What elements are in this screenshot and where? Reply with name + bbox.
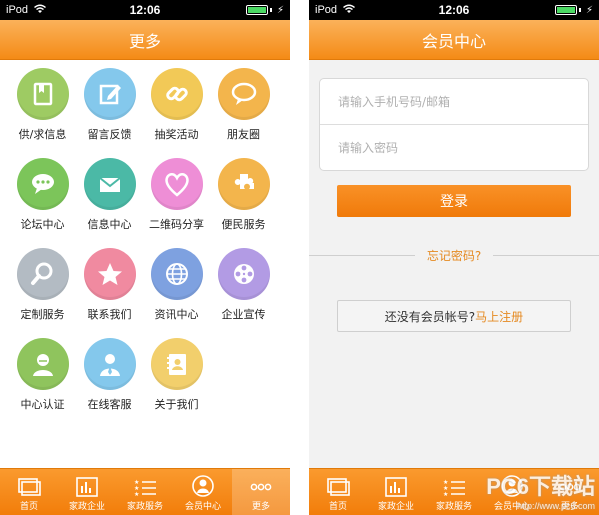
grid-item-label: 供/求信息: [18, 128, 67, 141]
page-title: 会员中心: [309, 20, 599, 60]
status-bar: iPod 12:06 ⚡: [309, 0, 599, 20]
tab-label: 家政服务: [126, 502, 163, 512]
watermark-url: http://www.pc6.com: [516, 501, 595, 511]
clock: 12:06: [438, 3, 470, 17]
divider: [493, 255, 599, 256]
tab-housekeeping-services[interactable]: ★ ★ ★ 家政服务: [425, 469, 483, 515]
tab-home[interactable]: 首页: [0, 469, 58, 515]
support-agent-icon: [83, 338, 136, 390]
grid-item-label: 二维码分享: [149, 218, 204, 231]
page-title: 更多: [0, 20, 290, 60]
tab-more[interactable]: 更多: [232, 469, 290, 515]
phone-email-input[interactable]: [320, 79, 588, 124]
grid-item[interactable]: 定制服务: [9, 248, 76, 338]
film-reel-icon: [217, 248, 270, 300]
grid-item-label: 留言反馈: [87, 128, 132, 141]
tab-label: 首页: [328, 502, 347, 512]
star-icon: [83, 248, 136, 300]
speech-bubble-icon: [217, 68, 270, 120]
grid-item[interactable]: 在线客服: [76, 338, 143, 428]
svg-text:★: ★: [443, 491, 448, 497]
forgot-password-link[interactable]: 忘记密码?: [415, 247, 493, 264]
list-star-icon: ★★★: [134, 479, 156, 497]
register-button[interactable]: 还没有会员帐号? 马上注册: [337, 300, 571, 332]
register-link[interactable]: 马上注册: [475, 308, 523, 325]
grid-item[interactable]: 朋友圈: [210, 68, 277, 158]
grid-item-label: 信息中心: [87, 218, 132, 231]
home-screen-icon: [327, 478, 350, 496]
envelope-icon: [83, 158, 136, 210]
bar-chart-icon: [76, 477, 98, 497]
grid-item[interactable]: 联系我们: [76, 248, 143, 338]
grid-item[interactable]: 资讯中心: [143, 248, 210, 338]
svg-text:★: ★: [134, 491, 139, 497]
tab-label: 家政企业: [377, 502, 414, 512]
tab-label: 会员中心: [184, 502, 221, 512]
grid-item-label: 中心认证: [20, 398, 65, 411]
grid-item[interactable]: 关于我们: [143, 338, 210, 428]
grid-item[interactable]: 信息中心: [76, 158, 143, 248]
grid-item-label: 资讯中心: [154, 308, 199, 321]
note-edit-icon: [83, 68, 136, 120]
grid-item[interactable]: 抽奖活动: [143, 68, 210, 158]
clock: 12:06: [129, 3, 161, 17]
member-icon: [192, 475, 214, 497]
tab-member-center[interactable]: 会员中心: [174, 469, 232, 515]
bar-chart-icon: [385, 477, 407, 497]
tab-label: 更多: [251, 502, 270, 512]
book-icon: [16, 68, 69, 120]
grid-item-label: 定制服务: [20, 308, 65, 321]
grid-item[interactable]: 二维码分享: [143, 158, 210, 248]
grid-item[interactable]: 中心认证: [9, 338, 76, 428]
grid-item[interactable]: 便民服务: [210, 158, 277, 248]
globe-icon: [150, 248, 203, 300]
register-prompt: 还没有会员帐号?: [384, 309, 476, 324]
grid-item[interactable]: 论坛中心: [9, 158, 76, 248]
grid-item[interactable]: 企业宣传: [210, 248, 277, 338]
watermark: PC6下载站 http://www.pc6.com: [486, 469, 595, 511]
login-form: [319, 78, 589, 171]
more-screen: iPod 12:06 ⚡ 更多 供/求信息 留言反馈 抽奖活动 朋友圈 论坛中心…: [0, 0, 290, 515]
feature-grid: 供/求信息 留言反馈 抽奖活动 朋友圈 论坛中心 信息中心 二维码分享 便民服务…: [0, 60, 290, 428]
divider: [309, 255, 415, 256]
tab-bar: 首页 家政企业 ★ ★ ★ 家政服务 会员中心 更多: [0, 468, 290, 515]
chain-link-icon: [150, 68, 203, 120]
login-button[interactable]: 登录: [337, 185, 571, 217]
member-center-screen: iPod 12:06 ⚡ 会员中心 登录 忘记密码? 还没有会员帐号? 马上注册…: [309, 0, 599, 515]
status-bar: iPod 12:06 ⚡: [0, 0, 290, 20]
heart-icon: [150, 158, 203, 210]
grid-item-label: 企业宣传: [221, 308, 266, 321]
grid-item-label: 抽奖活动: [154, 128, 199, 141]
grid-item-label: 朋友圈: [227, 128, 260, 141]
tab-home[interactable]: 首页: [309, 469, 367, 515]
tab-housekeeping-services[interactable]: ★ ★ ★ 家政服务: [116, 469, 174, 515]
more-dots-icon: [250, 483, 272, 491]
tab-label: 家政服务: [435, 502, 472, 512]
grid-item-label: 便民服务: [221, 218, 266, 231]
list-star-icon: ★★★: [443, 479, 465, 497]
grid-item[interactable]: 供/求信息: [9, 68, 76, 158]
person-icon: [16, 338, 69, 390]
tab-label: 首页: [19, 502, 38, 512]
watermark-text: PC6下载站: [486, 474, 595, 499]
grid-item-label: 联系我们: [87, 308, 132, 321]
tab-housekeeping-companies[interactable]: 家政企业: [58, 469, 116, 515]
grid-item-label: 论坛中心: [20, 218, 65, 231]
tab-label: 家政企业: [68, 502, 105, 512]
puzzle-icon: [217, 158, 270, 210]
tab-housekeeping-companies[interactable]: 家政企业: [367, 469, 425, 515]
contact-card-icon: [150, 338, 203, 390]
chat-bubble-icon: [16, 158, 69, 210]
grid-item-label: 关于我们: [154, 398, 199, 411]
home-screen-icon: [18, 478, 41, 496]
grid-item-label: 在线客服: [87, 398, 132, 411]
grid-item[interactable]: 留言反馈: [76, 68, 143, 158]
password-input[interactable]: [320, 125, 588, 170]
forgot-password-row: 忘记密码?: [309, 247, 599, 264]
magnifier-icon: [16, 248, 69, 300]
